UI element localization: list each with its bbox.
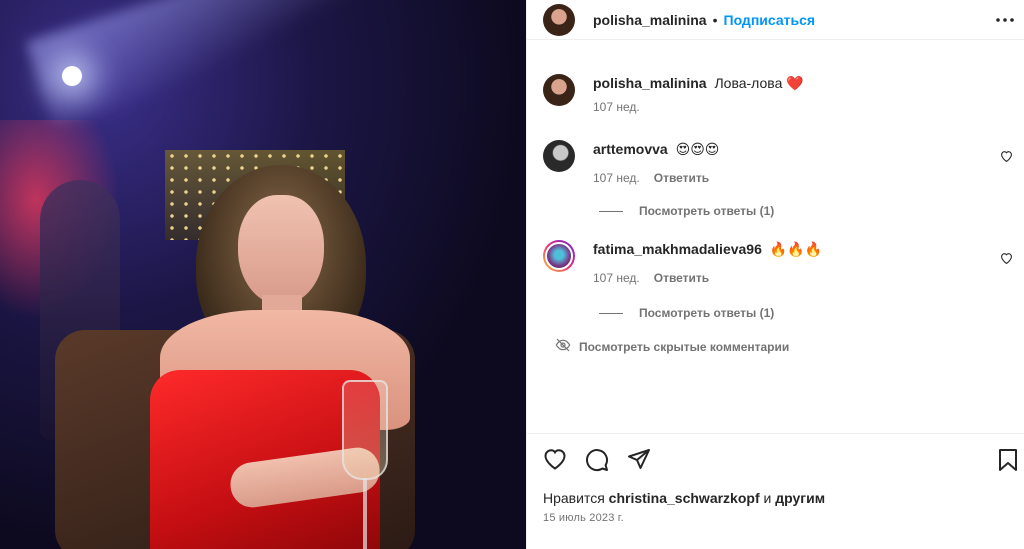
heart-icon[interactable]: [543, 448, 567, 472]
instagram-post: polisha_malinina • Подписаться polisha_m…: [0, 0, 1024, 549]
share-icon[interactable]: [627, 448, 651, 472]
caption-time[interactable]: 107 нед.: [593, 100, 640, 114]
more-icon[interactable]: [993, 8, 1017, 32]
comment-username[interactable]: arttemovva: [593, 141, 668, 157]
view-replies-label: Посмотреть ответы (1): [639, 204, 775, 218]
post-side-panel: polisha_malinina • Подписаться polisha_m…: [526, 0, 1024, 549]
header-separator: •: [712, 11, 718, 28]
comment-meta: 107 нед. Ответить: [593, 171, 719, 185]
woman-face: [238, 195, 324, 305]
champagne-glass: [342, 380, 388, 480]
comment-avatar[interactable]: [543, 140, 575, 172]
comment-item: arttemovva 😍😍😍 107 нед. Ответить: [543, 140, 1013, 185]
comment-text: 🔥🔥🔥: [769, 242, 823, 258]
view-replies-label: Посмотреть ответы (1): [639, 306, 775, 320]
comments-list[interactable]: polisha_malinina Лова-лова ❤️ 107 нед. a…: [527, 41, 1024, 431]
comment-text-line: fatima_makhmadalieva96 🔥🔥🔥: [593, 240, 822, 259]
stage-light-beam: [26, 0, 454, 128]
caption-body: polisha_malinina Лова-лова ❤️ 107 нед.: [593, 74, 804, 114]
comment-time[interactable]: 107 нед.: [593, 271, 640, 285]
caption-author-avatar[interactable]: [543, 74, 575, 106]
caption-text-line: polisha_malinina Лова-лова ❤️: [593, 74, 804, 93]
comment-icon[interactable]: [585, 448, 609, 472]
comment-text-line: arttemovva 😍😍😍: [593, 140, 719, 159]
comment-username[interactable]: fatima_makhmadalieva96: [593, 241, 762, 257]
likes-summary[interactable]: Нравится christina_schwarzkopf и другим: [543, 490, 825, 506]
likes-prefix: Нравится: [543, 490, 605, 506]
view-replies-button[interactable]: Посмотреть ответы (1): [599, 306, 774, 320]
comment-body: arttemovva 😍😍😍 107 нед. Ответить: [593, 140, 719, 185]
post-date: 15 июль 2023 г.: [543, 512, 624, 524]
author-avatar[interactable]: [543, 3, 575, 36]
caption-username[interactable]: polisha_malinina: [593, 75, 707, 91]
comment-like-icon[interactable]: [1000, 251, 1013, 269]
follow-button[interactable]: Подписаться: [724, 12, 816, 28]
eye-off-icon: [555, 338, 579, 355]
post-header: polisha_malinina • Подписаться: [527, 0, 1024, 40]
story-ring-avatar: [545, 242, 573, 270]
comment-meta: 107 нед. Ответить: [593, 271, 822, 285]
comment-avatar[interactable]: [543, 240, 575, 272]
bookmark-icon[interactable]: [997, 448, 1019, 472]
post-actions: Нравится christina_schwarzkopf и другим …: [527, 433, 1024, 549]
red-heart-emoji: ❤️: [786, 76, 804, 92]
likes-user[interactable]: christina_schwarzkopf: [609, 490, 760, 506]
author-username[interactable]: polisha_malinina: [593, 12, 707, 28]
stage-spotlight: [62, 66, 82, 86]
comment-text: 😍😍😍: [675, 142, 720, 158]
caption-meta: 107 нед.: [593, 100, 804, 114]
view-replies-button[interactable]: Посмотреть ответы (1): [599, 204, 774, 218]
comment-body: fatima_makhmadalieva96 🔥🔥🔥 107 нед. Отве…: [593, 240, 822, 285]
caption-text: Лова-лова: [714, 75, 783, 91]
post-photo[interactable]: [0, 0, 526, 549]
caption: polisha_malinina Лова-лова ❤️ 107 нед.: [543, 74, 1013, 114]
comment-time[interactable]: 107 нед.: [593, 171, 640, 185]
reply-button[interactable]: Ответить: [654, 171, 709, 185]
view-replies-line: [599, 312, 623, 314]
champagne-glass-stem: [363, 478, 367, 549]
comment-item: fatima_makhmadalieva96 🔥🔥🔥 107 нед. Отве…: [543, 240, 1013, 285]
hidden-comments-button[interactable]: Посмотреть скрытые комментарии: [555, 338, 789, 355]
comment-like-icon[interactable]: [1000, 149, 1013, 167]
likes-suffix: и другим: [763, 490, 826, 506]
reply-button[interactable]: Ответить: [654, 271, 709, 285]
hidden-comments-label: Посмотреть скрытые комментарии: [579, 339, 790, 354]
view-replies-line: [599, 210, 623, 212]
action-icons: [543, 448, 651, 472]
